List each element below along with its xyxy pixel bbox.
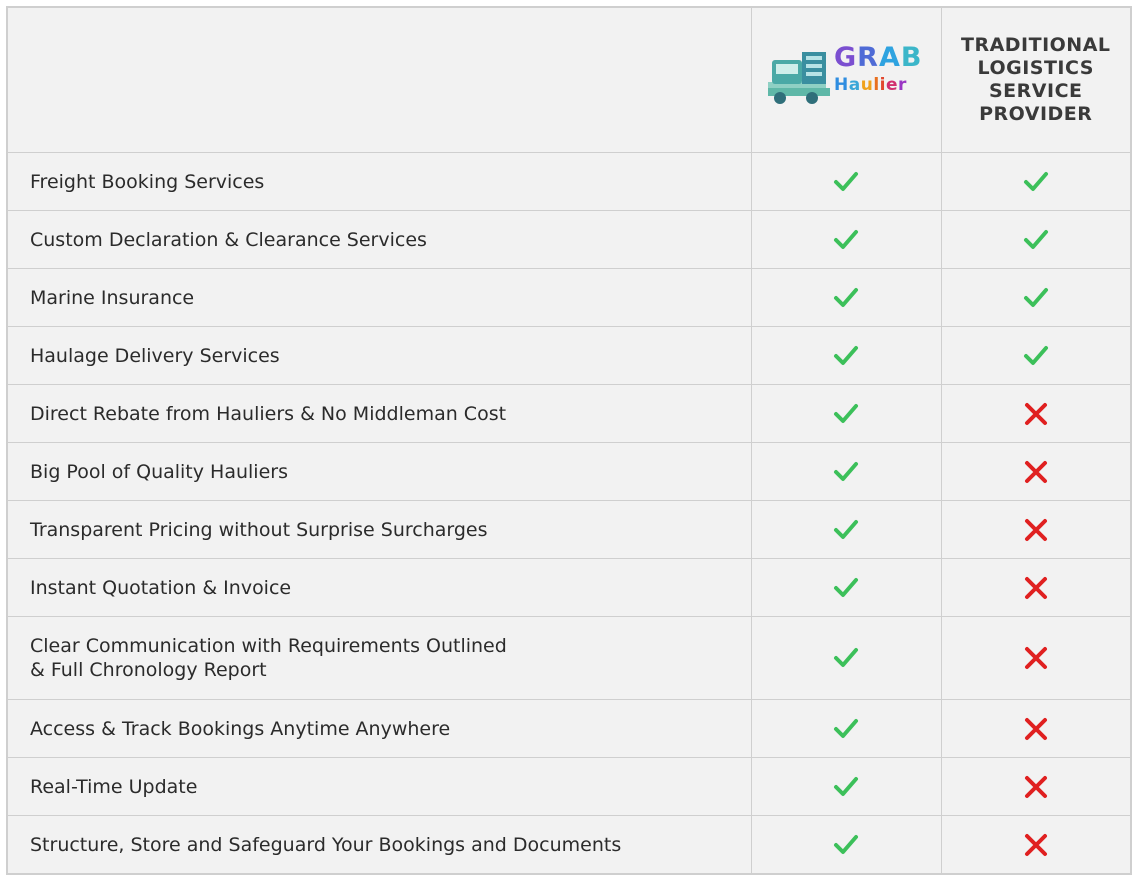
check-icon [834, 345, 858, 365]
cross-icon [1024, 833, 1047, 856]
feature-name: Real-Time Update [6, 757, 752, 816]
cross-icon [1024, 717, 1047, 740]
comparison-row: Direct Rebate from Hauliers & No Middlem… [6, 384, 1132, 443]
feature-name-line: & Full Chronology Report [30, 659, 267, 681]
logo-wordmark-grab: GRAB [834, 42, 923, 73]
feature-name: Freight Booking Services [6, 152, 752, 211]
check-icon [834, 519, 858, 539]
comparison-row: Marine Insurance [6, 268, 1132, 327]
traditional-provider-label-line: PROVIDER [979, 103, 1093, 125]
comparison-row: Instant Quotation & Invoice [6, 558, 1132, 617]
cross-icon [1024, 576, 1047, 599]
comparison-table: GRAB Haulier TRADITIONAL LOGISTICS SERVICE… [6, 6, 1132, 875]
grab-haulier-status [750, 268, 942, 327]
feature-name: Transparent Pricing without Surprise Sur… [6, 500, 752, 559]
check-icon [834, 577, 858, 597]
traditional-provider-status [940, 558, 1132, 617]
check-icon [1023, 229, 1048, 249]
feature-name: Marine Insurance [6, 268, 752, 327]
grab-haulier-status [750, 442, 942, 501]
traditional-provider-label-line: SERVICE [989, 80, 1083, 102]
cross-icon [1024, 402, 1047, 425]
check-icon [834, 834, 858, 854]
feature-name: Clear Communication with Requirements Ou… [6, 616, 752, 700]
feature-name: Access & Track Bookings Anytime Anywhere [6, 699, 752, 758]
check-icon [834, 461, 858, 481]
grab-haulier-status [750, 210, 942, 269]
traditional-provider-status [940, 268, 1132, 327]
comparison-row: Structure, Store and Safeguard Your Book… [6, 815, 1132, 875]
traditional-provider-label-line: TRADITIONAL [960, 34, 1111, 56]
feature-name: Direct Rebate from Hauliers & No Middlem… [6, 384, 752, 443]
cross-icon [1024, 518, 1047, 541]
grab-haulier-logo: GRAB Haulier [766, 38, 926, 118]
truck-icon [768, 52, 830, 104]
comparison-panel: GRAB Haulier TRADITIONAL LOGISTICS SERVICE… [6, 6, 1132, 875]
check-icon [834, 776, 858, 796]
grab-haulier-status [750, 558, 942, 617]
grab-haulier-header-cell: GRAB Haulier [750, 6, 942, 153]
traditional-provider-status [940, 152, 1132, 211]
traditional-provider-status [940, 699, 1132, 758]
feature-name: Big Pool of Quality Hauliers [6, 442, 752, 501]
cross-icon [1024, 775, 1047, 798]
grab-haulier-status [750, 815, 942, 875]
traditional-provider-status [940, 500, 1132, 559]
check-icon [1023, 287, 1048, 307]
grab-haulier-status [750, 757, 942, 816]
feature-header-cell [6, 6, 752, 153]
check-icon [834, 648, 858, 667]
comparison-row: Clear Communication with Requirements Ou… [6, 616, 1132, 700]
cross-icon [1024, 647, 1047, 669]
feature-name: Custom Declaration & Clearance Services [6, 210, 752, 269]
check-icon [834, 403, 858, 423]
traditional-provider-status [940, 326, 1132, 385]
grab-haulier-status [750, 326, 942, 385]
comparison-row: Access & Track Bookings Anytime Anywhere [6, 699, 1132, 758]
check-icon [834, 718, 858, 738]
check-icon [834, 287, 858, 307]
grab-haulier-status [750, 699, 942, 758]
feature-name: Structure, Store and Safeguard Your Book… [6, 815, 752, 875]
traditional-provider-status [940, 616, 1132, 700]
comparison-row: Big Pool of Quality Hauliers [6, 442, 1132, 501]
grab-haulier-status [750, 384, 942, 443]
grab-haulier-status [750, 152, 942, 211]
comparison-row: Real-Time Update [6, 757, 1132, 816]
comparison-row: Freight Booking Services [6, 152, 1132, 211]
traditional-provider-status [940, 384, 1132, 443]
comparison-row: Custom Declaration & Clearance Services [6, 210, 1132, 269]
traditional-provider-label-line: LOGISTICS [977, 57, 1094, 79]
check-icon [1023, 345, 1048, 365]
grab-haulier-status [750, 616, 942, 700]
cross-icon [1024, 460, 1047, 483]
comparison-rows: Freight Booking Services Custom Declarati… [6, 152, 1132, 875]
feature-name: Instant Quotation & Invoice [6, 558, 752, 617]
feature-name-line: Clear Communication with Requirements Ou… [30, 635, 507, 657]
check-icon [834, 171, 858, 191]
comparison-row: Transparent Pricing without Surprise Sur… [6, 500, 1132, 559]
traditional-provider-status [940, 210, 1132, 269]
check-icon [1023, 171, 1048, 191]
traditional-provider-status [940, 757, 1132, 816]
traditional-provider-status [940, 815, 1132, 875]
comparison-row: Haulage Delivery Services [6, 326, 1132, 385]
traditional-provider-header-cell: TRADITIONAL LOGISTICS SERVICE PROVIDER [940, 6, 1132, 153]
traditional-provider-status [940, 442, 1132, 501]
header-row: GRAB Haulier TRADITIONAL LOGISTICS SERVICE… [6, 6, 1132, 153]
feature-name: Haulage Delivery Services [6, 326, 752, 385]
traditional-provider-label: TRADITIONAL LOGISTICS SERVICE PROVIDER [942, 34, 1131, 126]
logo-wordmark-haulier: Haulier [834, 75, 907, 95]
check-icon [834, 229, 858, 249]
grab-haulier-status [750, 500, 942, 559]
